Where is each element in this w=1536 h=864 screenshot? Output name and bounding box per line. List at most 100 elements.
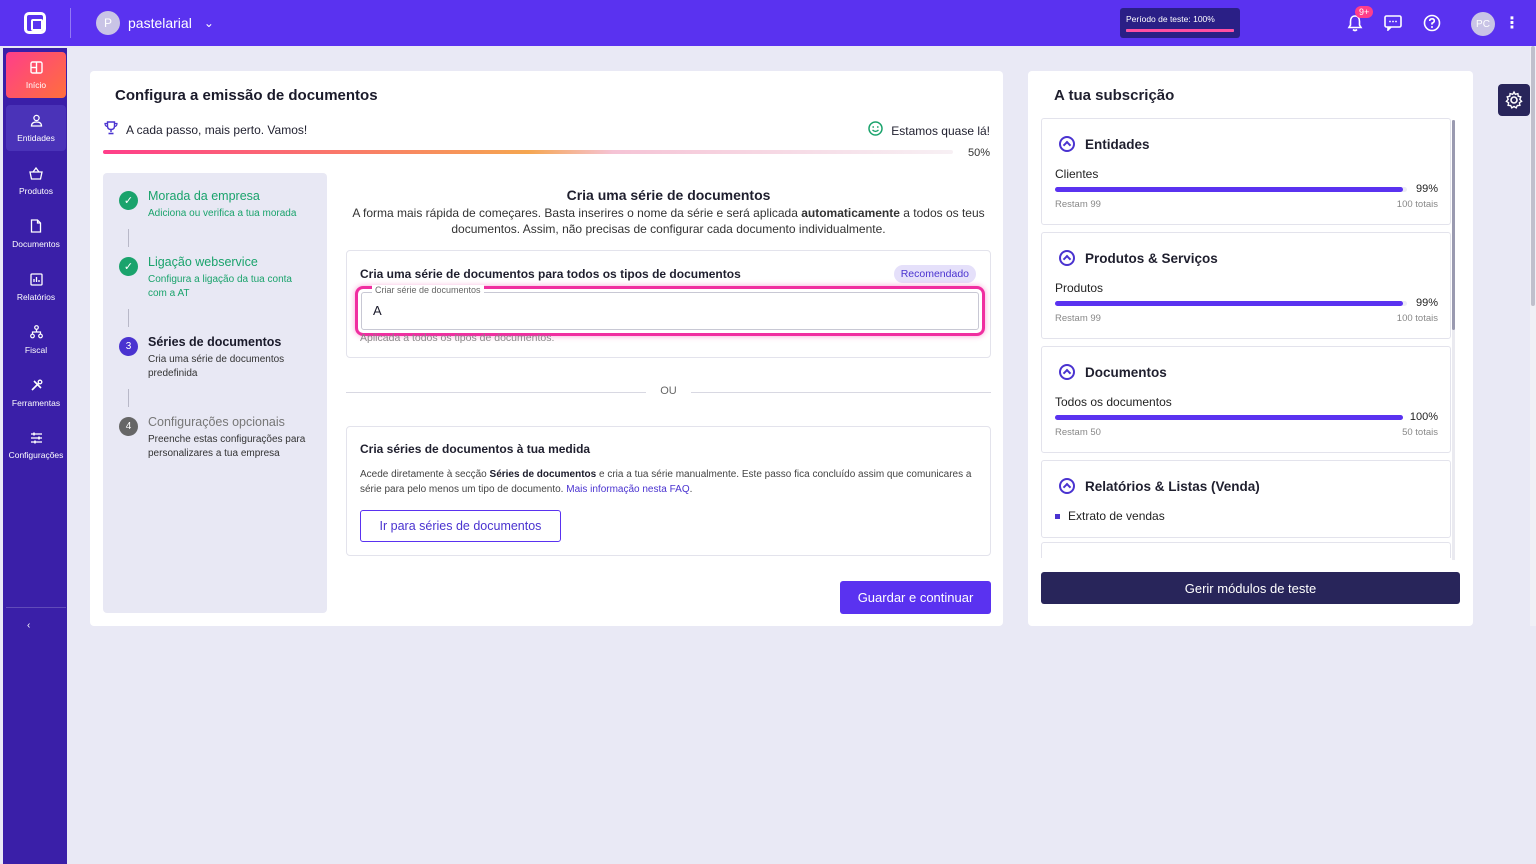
- save-continue-button[interactable]: Guardar e continuar: [840, 581, 991, 614]
- sidebar-item-ferramentas[interactable]: Ferramentas: [6, 370, 66, 416]
- subscription-card: A tua subscrição Entidades Clientes 99% …: [1028, 71, 1473, 626]
- sidebar-item-documentos[interactable]: Documentos: [6, 211, 66, 257]
- module-header[interactable]: Produtos & Serviços: [1059, 250, 1218, 266]
- scrollbar-thumb[interactable]: [1452, 120, 1455, 330]
- chevron-up-icon: [1059, 364, 1075, 380]
- auto-series-title: Cria uma série de documentos para todos …: [360, 267, 741, 281]
- module-name: Relatórios & Listas (Venda): [1085, 478, 1260, 494]
- collapse-icon[interactable]: ‹: [27, 620, 30, 631]
- trial-progress-fill: [1126, 29, 1234, 32]
- desc-part: Acede diretamente à secção: [360, 469, 490, 480]
- step-connector: [128, 389, 129, 407]
- sidebar-item-inicio[interactable]: Início: [6, 52, 66, 98]
- series-input-focus-ring: Criar série de documentos: [355, 285, 985, 336]
- step-title: Ligação webservice: [148, 255, 258, 269]
- go-to-series-button[interactable]: Ir para séries de documentos: [360, 510, 561, 542]
- modules-scrollbar[interactable]: [1452, 120, 1455, 560]
- sidebar-item-produtos[interactable]: Produtos: [6, 158, 66, 204]
- module-header[interactable]: Relatórios & Listas (Venda): [1059, 478, 1260, 494]
- separator-line: [691, 392, 991, 393]
- module-usage-fill: [1055, 301, 1404, 306]
- workspace-avatar: P: [96, 11, 120, 35]
- module-usage-percent: 99%: [1415, 297, 1438, 309]
- step-number: 4: [119, 417, 138, 436]
- chat-icon[interactable]: [1383, 13, 1403, 33]
- module-label: Clientes: [1055, 167, 1099, 181]
- help-icon[interactable]: [1422, 13, 1442, 33]
- setup-progress-bar: [103, 150, 953, 154]
- top-bar: P pastelarial ⌄ Período de teste: 100% 9…: [0, 0, 1536, 46]
- content-description: A forma mais rápida de começares. Basta …: [346, 205, 991, 237]
- series-input-help: Aplicada a todos os tipos de documentos.: [360, 332, 555, 344]
- progress-status-text: Estamos quase lá!: [891, 123, 990, 138]
- module-header[interactable]: Documentos: [1059, 364, 1167, 380]
- step-title: Morada da empresa: [148, 189, 260, 203]
- grid-icon: [29, 60, 43, 76]
- page-scrollbar[interactable]: [1530, 46, 1536, 626]
- setup-card: Configura a emissão de documentos A cada…: [90, 71, 1003, 626]
- step-webservice[interactable]: ✓ Ligação webservice Configura a ligação…: [119, 255, 319, 305]
- step-description: Cria uma série de documentos predefinida: [148, 354, 285, 379]
- step-series[interactable]: 3 Séries de documentos Cria uma série de…: [119, 335, 319, 385]
- sidebar-item-fiscal[interactable]: Fiscal: [6, 317, 66, 363]
- sidebar-item-label: Produtos: [18, 185, 54, 196]
- module-header[interactable]: Entidades: [1059, 136, 1150, 152]
- sidebar-item-entidades[interactable]: Entidades: [6, 105, 66, 151]
- more-vertical-icon[interactable]: ⋮: [1504, 13, 1520, 33]
- sidebar-item-label: Ferramentas: [11, 397, 61, 408]
- trial-period-indicator[interactable]: Período de teste: 100%: [1120, 8, 1240, 38]
- module-name: Documentos: [1085, 364, 1167, 380]
- series-input-label: Criar série de documentos: [372, 285, 484, 295]
- step-morada[interactable]: ✓ Morada da empresa Adiciona ou verifica…: [119, 189, 319, 229]
- modules-list[interactable]: Entidades Clientes 99% Restam 99 100 tot…: [1041, 118, 1457, 558]
- chart-icon: [29, 272, 43, 288]
- sidebar-item-label: Fiscal: [24, 345, 48, 355]
- progress-status: Estamos quase lá!: [868, 121, 990, 140]
- manage-trial-modules-button[interactable]: Gerir módulos de teste: [1041, 572, 1460, 604]
- module-usage-fill: [1055, 187, 1404, 192]
- document-icon: [30, 219, 42, 235]
- module-usage-fill: [1055, 415, 1403, 420]
- subscription-title: A tua subscrição: [1054, 87, 1175, 104]
- app-logo-icon[interactable]: [24, 12, 46, 34]
- faq-link[interactable]: Mais informação nesta FAQ: [566, 484, 689, 495]
- step-title: Séries de documentos: [148, 335, 282, 349]
- sidebar: Início Entidades Produtos Documentos Rel…: [3, 48, 67, 864]
- steps-panel: ✓ Morada da empresa Adiciona ou verifica…: [103, 173, 327, 613]
- module-remaining: Restam 99: [1055, 199, 1101, 210]
- sliders-icon: [30, 432, 43, 446]
- basket-icon: [29, 166, 43, 182]
- sidebar-item-label: Relatórios: [16, 291, 56, 302]
- module-total: 100 totais: [1396, 313, 1438, 324]
- trophy-icon: [104, 121, 118, 138]
- auto-series-box: Cria uma série de documentos para todos …: [346, 250, 991, 358]
- module-relatorios: Relatórios & Listas (Venda) Extrato de v…: [1041, 460, 1451, 538]
- series-name-input[interactable]: [373, 303, 933, 318]
- chevron-up-icon: [1059, 478, 1075, 494]
- module-usage-percent: 99%: [1415, 183, 1438, 195]
- recommended-badge: Recomendado: [893, 265, 976, 283]
- sidebar-item-relatorios[interactable]: Relatórios: [6, 264, 66, 310]
- step-connector: [128, 229, 129, 247]
- sidebar-item-label: Configurações: [8, 450, 64, 460]
- scrollbar-thumb[interactable]: [1531, 46, 1535, 306]
- module-remaining: Restam 99: [1055, 313, 1101, 324]
- progress-message-text: A cada passo, mais perto. Vamos!: [126, 122, 308, 137]
- gear-icon[interactable]: [1498, 84, 1530, 116]
- content-title: Cria uma série de documentos: [566, 187, 771, 203]
- step-description: Configura a ligação da tua conta com a A…: [148, 274, 292, 299]
- module-usage-bar: [1055, 415, 1403, 420]
- step-configuracoes[interactable]: 4 Configurações opcionais Preenche estas…: [119, 415, 319, 465]
- sidebar-item-configuracoes[interactable]: Configurações: [6, 423, 66, 469]
- trial-label: Período de teste: 100%: [1126, 14, 1215, 24]
- module-label: Produtos: [1055, 281, 1104, 295]
- topbar-divider: [70, 8, 71, 38]
- check-icon: ✓: [119, 191, 138, 210]
- hierarchy-icon: [29, 325, 43, 341]
- custom-series-description: Acede diretamente à secção Séries de doc…: [360, 468, 980, 497]
- chevron-up-icon: [1059, 136, 1075, 152]
- module-produtos-servicos: Produtos & Serviços Produtos 99% Restam …: [1041, 232, 1451, 339]
- workspace-switcher[interactable]: P pastelarial ⌄: [96, 11, 214, 35]
- user-avatar[interactable]: PC: [1471, 12, 1495, 36]
- check-icon: ✓: [119, 257, 138, 276]
